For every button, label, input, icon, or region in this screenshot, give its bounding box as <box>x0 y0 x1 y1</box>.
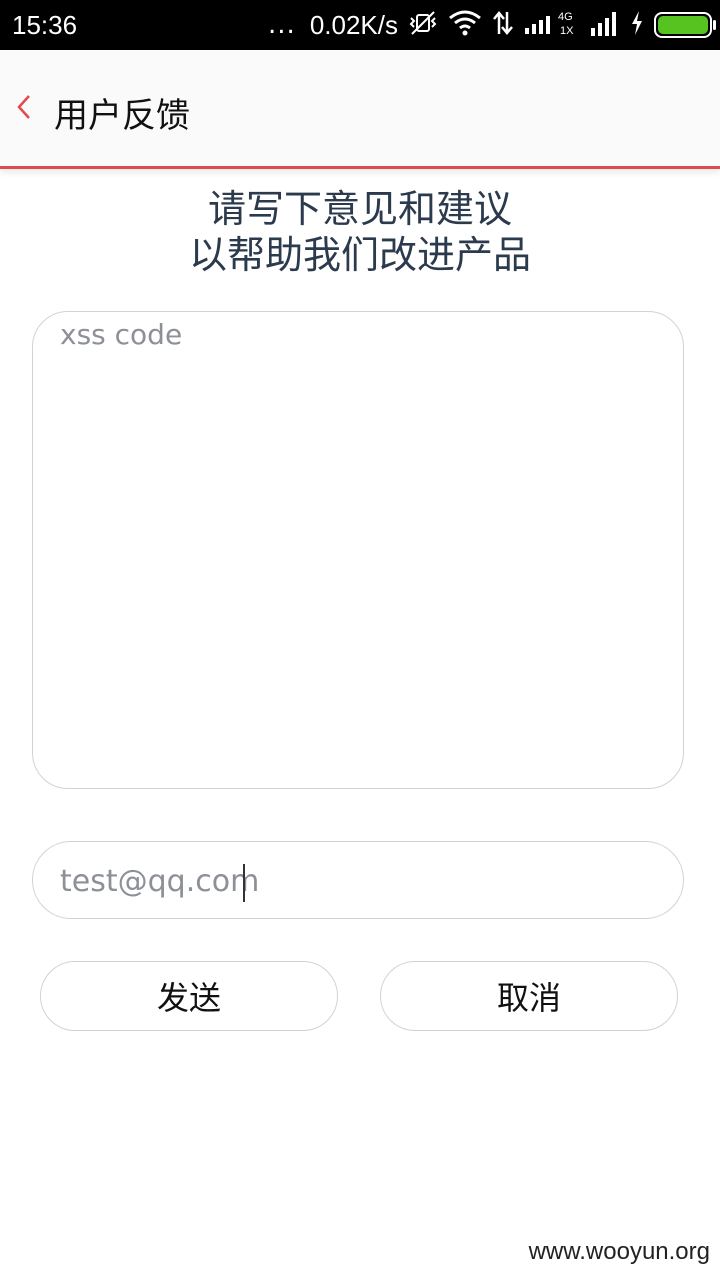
charging-icon <box>630 10 644 40</box>
status-icons: ... 0.02K/s 4G 1X <box>268 8 716 42</box>
page-title: 用户反馈 <box>54 96 190 136</box>
vibrate-off-icon <box>408 10 438 40</box>
cancel-button[interactable]: 取消 <box>380 961 678 1031</box>
app-header: 用户反馈 <box>0 50 720 169</box>
feedback-textarea[interactable]: xss code <box>32 311 684 789</box>
text-cursor <box>243 864 245 902</box>
battery-icon <box>654 12 716 38</box>
wifi-icon <box>448 10 482 40</box>
watermark: www.wooyun.org <box>528 1238 710 1265</box>
network-speed: 0.02K/s <box>309 9 398 40</box>
svg-text:1X: 1X <box>560 25 574 37</box>
send-button[interactable]: 发送 <box>40 961 338 1031</box>
email-text: test@qq.com <box>60 864 260 899</box>
feedback-description: 请写下意见和建议 以帮助我们改进产品 <box>0 186 720 278</box>
signal-icon <box>590 10 620 40</box>
back-arrow-icon[interactable] <box>14 94 36 120</box>
description-line-2: 以帮助我们改进产品 <box>188 233 531 277</box>
feedback-text: xss code <box>60 318 183 351</box>
description-line-1: 请写下意见和建议 <box>207 187 512 231</box>
status-bar: 15:36 ... 0.02K/s 4G 1X <box>0 0 720 50</box>
svg-text:4G: 4G <box>558 11 573 23</box>
signal-4g-icon: 4G 1X <box>524 8 580 42</box>
notification-dots: ... <box>268 10 296 40</box>
status-time: 15:36 <box>12 10 78 40</box>
data-transfer-icon <box>492 10 514 40</box>
email-field[interactable]: test@qq.com <box>32 841 684 919</box>
